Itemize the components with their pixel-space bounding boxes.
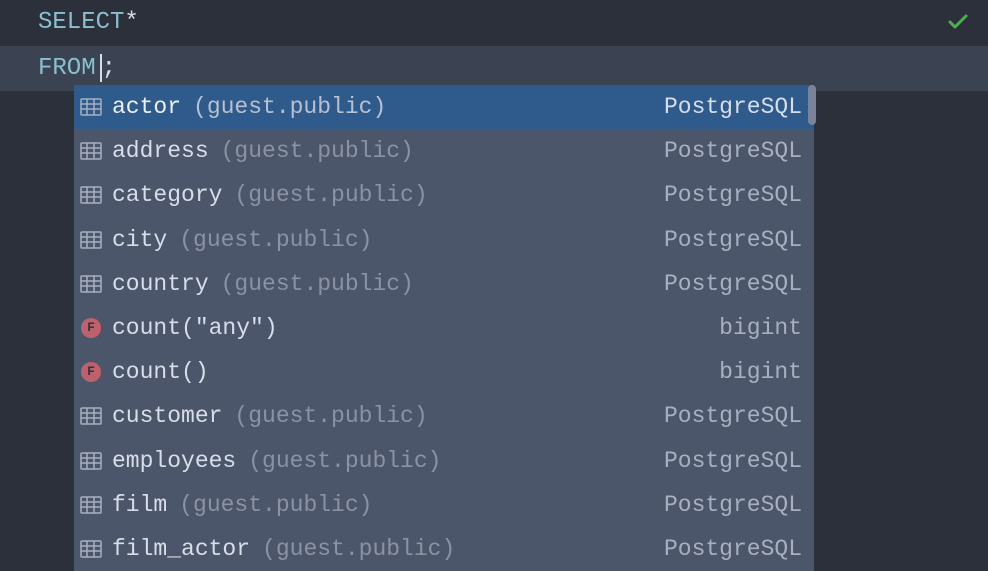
autocomplete-item-name: city — [112, 224, 167, 256]
semicolon: ; — [102, 52, 116, 86]
autocomplete-item[interactable]: film_actor (guest.public) PostgreSQL — [74, 527, 814, 571]
function-icon: F — [80, 317, 102, 339]
table-icon — [80, 538, 102, 560]
autocomplete-item-name: category — [112, 179, 222, 211]
autocomplete-item[interactable]: city (guest.public) PostgreSQL — [74, 218, 814, 262]
table-icon — [80, 405, 102, 427]
autocomplete-item-context: (guest.public) — [221, 268, 414, 300]
autocomplete-item-type: PostgreSQL — [664, 179, 802, 211]
wildcard: * — [124, 6, 138, 40]
autocomplete-popup[interactable]: actor (guest.public) PostgreSQL address (gue… — [74, 85, 814, 571]
autocomplete-item-context: (guest.public) — [179, 489, 372, 521]
autocomplete-item[interactable]: category (guest.public) PostgreSQL — [74, 173, 814, 217]
autocomplete-item-context: (guest.public) — [248, 445, 441, 477]
autocomplete-item-name: count("any") — [112, 312, 278, 344]
function-icon: F — [80, 361, 102, 383]
autocomplete-item-name: employees — [112, 445, 236, 477]
autocomplete-item-type: bigint — [719, 356, 802, 388]
autocomplete-item-type: PostgreSQL — [664, 91, 802, 123]
autocomplete-item-type: PostgreSQL — [664, 400, 802, 432]
autocomplete-item-context: (guest.public) — [234, 400, 427, 432]
autocomplete-item-type: PostgreSQL — [664, 445, 802, 477]
autocomplete-item[interactable]: Fcount("any") bigint — [74, 306, 814, 350]
autocomplete-item-type: PostgreSQL — [664, 489, 802, 521]
autocomplete-item-name: film — [112, 489, 167, 521]
table-icon — [80, 494, 102, 516]
autocomplete-item-type: PostgreSQL — [664, 533, 802, 565]
autocomplete-item-type: PostgreSQL — [664, 224, 802, 256]
keyword-from: FROM — [38, 52, 96, 86]
table-icon — [80, 96, 102, 118]
autocomplete-item-name: country — [112, 268, 209, 300]
autocomplete-item-name: count() — [112, 356, 209, 388]
autocomplete-item-type: PostgreSQL — [664, 268, 802, 300]
autocomplete-item-name: customer — [112, 400, 222, 432]
autocomplete-item-type: PostgreSQL — [664, 135, 802, 167]
check-icon — [946, 10, 970, 39]
code-line-1[interactable]: SELECT * — [0, 0, 988, 46]
autocomplete-item-name: address — [112, 135, 209, 167]
autocomplete-item-type: bigint — [719, 312, 802, 344]
code-editor[interactable]: SELECT * FROM ; — [0, 0, 988, 91]
autocomplete-item-context: (guest.public) — [179, 224, 372, 256]
keyword-select: SELECT — [38, 6, 124, 40]
autocomplete-item-name: film_actor — [112, 533, 250, 565]
table-icon — [80, 273, 102, 295]
table-icon — [80, 450, 102, 472]
autocomplete-item[interactable]: customer (guest.public) PostgreSQL — [74, 394, 814, 438]
autocomplete-item[interactable]: country (guest.public) PostgreSQL — [74, 262, 814, 306]
autocomplete-item[interactable]: address (guest.public) PostgreSQL — [74, 129, 814, 173]
table-icon — [80, 140, 102, 162]
autocomplete-item-context: (guest.public) — [193, 91, 386, 123]
table-icon — [80, 229, 102, 251]
autocomplete-item-context: (guest.public) — [262, 533, 455, 565]
autocomplete-item[interactable]: actor (guest.public) PostgreSQL — [74, 85, 814, 129]
autocomplete-item[interactable]: Fcount() bigint — [74, 350, 814, 394]
autocomplete-item-context: (guest.public) — [234, 179, 427, 211]
autocomplete-item[interactable]: employees (guest.public) PostgreSQL — [74, 439, 814, 483]
scrollbar-thumb[interactable] — [808, 85, 816, 125]
table-icon — [80, 184, 102, 206]
autocomplete-item-name: actor — [112, 91, 181, 123]
autocomplete-item-context: (guest.public) — [221, 135, 414, 167]
autocomplete-item[interactable]: film (guest.public) PostgreSQL — [74, 483, 814, 527]
